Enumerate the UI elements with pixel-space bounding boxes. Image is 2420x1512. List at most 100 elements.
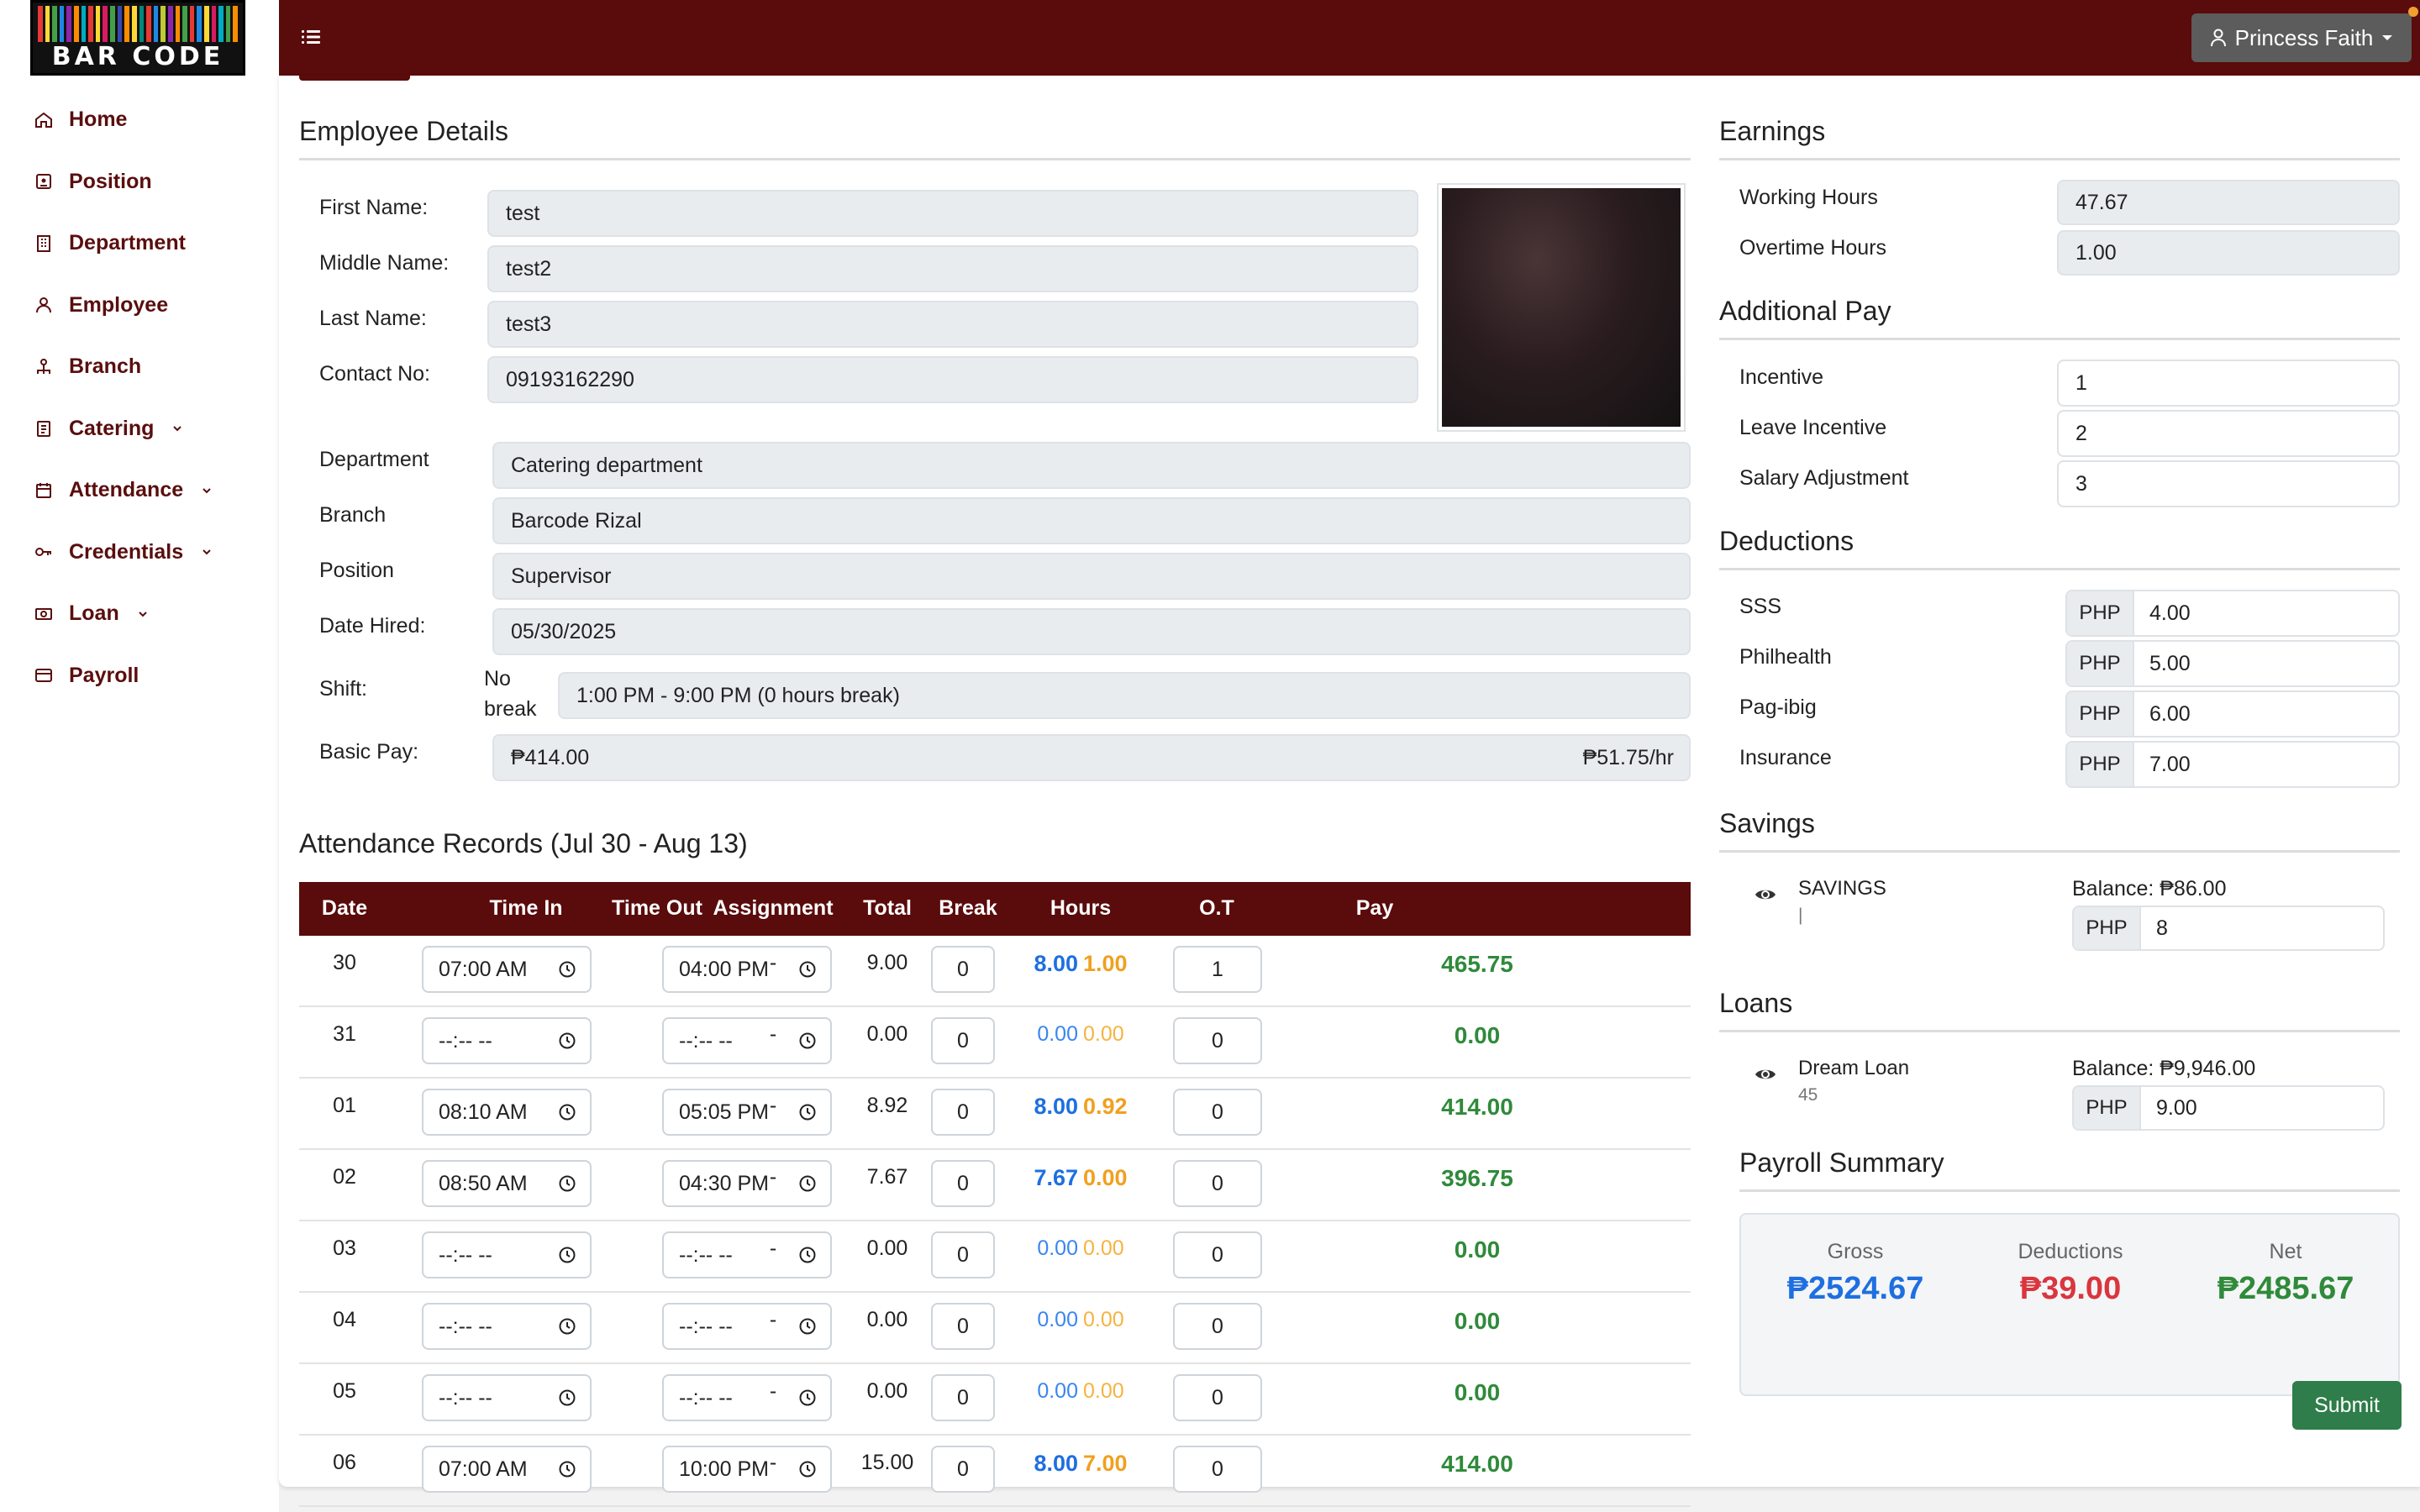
insurance-input[interactable]: 7.00 bbox=[2134, 743, 2398, 786]
sidebar-item-label: Position bbox=[69, 169, 152, 193]
sidebar-item-catering[interactable]: Catering bbox=[0, 398, 279, 460]
clock-icon[interactable] bbox=[798, 960, 817, 979]
sidebar-item-payroll[interactable]: Payroll bbox=[0, 645, 279, 707]
break-input[interactable]: 0 bbox=[931, 1446, 995, 1493]
salary-adjustment-input[interactable]: 3 bbox=[2057, 460, 2400, 507]
break-input[interactable]: 0 bbox=[931, 1089, 995, 1136]
ot-input[interactable]: 0 bbox=[1173, 1303, 1262, 1350]
ot-input[interactable]: 0 bbox=[1173, 1017, 1262, 1064]
ot-input[interactable]: 1 bbox=[1173, 946, 1262, 993]
philhealth-input-group[interactable]: PHP 5.00 bbox=[2065, 640, 2400, 687]
philhealth-input[interactable]: 5.00 bbox=[2134, 642, 2398, 685]
time-out-input[interactable]: 05:05 PM bbox=[662, 1089, 832, 1136]
pagibig-input[interactable]: 6.00 bbox=[2134, 692, 2398, 736]
working-hours-field[interactable]: 47.67 bbox=[2057, 180, 2400, 225]
eye-icon[interactable] bbox=[1754, 1063, 1776, 1085]
basic-pay-field[interactable]: ₱414.00 ₱51.75/hr bbox=[492, 734, 1691, 781]
sss-input[interactable]: 4.00 bbox=[2134, 591, 2398, 635]
break-input[interactable]: 0 bbox=[931, 1231, 995, 1278]
sidebar-item-position[interactable]: Position bbox=[0, 151, 279, 213]
clock-icon[interactable] bbox=[558, 1389, 576, 1407]
time-in-input[interactable]: --:-- -- bbox=[422, 1303, 592, 1350]
sidebar-item-home[interactable]: Home bbox=[0, 89, 279, 151]
sidebar-item-attendance[interactable]: Attendance bbox=[0, 459, 279, 522]
barcode-logo[interactable]: BAR CODE bbox=[30, 0, 245, 76]
break-input[interactable]: 0 bbox=[931, 1303, 995, 1350]
clock-icon[interactable] bbox=[558, 1174, 576, 1193]
savings-input-group[interactable]: PHP 8 bbox=[2072, 906, 2385, 951]
date-hired-field[interactable]: 05/30/2025 bbox=[492, 608, 1691, 655]
clock-icon[interactable] bbox=[798, 1174, 817, 1193]
shift-field[interactable]: 1:00 PM - 9:00 PM (0 hours break) bbox=[558, 672, 1691, 719]
contact-field[interactable]: 09193162290 bbox=[487, 356, 1418, 403]
loan-input-group[interactable]: PHP 9.00 bbox=[2072, 1085, 2385, 1131]
break-input[interactable]: 0 bbox=[931, 1017, 995, 1064]
user-icon bbox=[2210, 29, 2226, 47]
column-header: Break bbox=[939, 896, 997, 920]
branch-field[interactable]: Barcode Rizal bbox=[492, 497, 1691, 544]
menu-toggle-icon[interactable] bbox=[299, 25, 323, 49]
date-cell: 30 bbox=[333, 951, 356, 974]
first-name-field[interactable]: test bbox=[487, 190, 1418, 237]
time-out-input[interactable]: --:-- -- bbox=[662, 1231, 832, 1278]
clock-icon[interactable] bbox=[558, 1317, 576, 1336]
time-out-input[interactable]: 10:00 PM bbox=[662, 1446, 832, 1493]
date-hired-label: Date Hired: bbox=[319, 614, 426, 638]
ot-input[interactable]: 0 bbox=[1173, 1446, 1262, 1493]
time-in-input[interactable]: 08:10 AM bbox=[422, 1089, 592, 1136]
clock-icon[interactable] bbox=[558, 1460, 576, 1478]
overtime-hours-field[interactable]: 1.00 bbox=[2057, 230, 2400, 276]
sss-input-group[interactable]: PHP 4.00 bbox=[2065, 590, 2400, 637]
eye-icon[interactable] bbox=[1754, 884, 1776, 906]
break-input[interactable]: 0 bbox=[931, 946, 995, 993]
leave-incentive-input[interactable]: 2 bbox=[2057, 410, 2400, 457]
clock-icon[interactable] bbox=[558, 1246, 576, 1264]
time-out-input[interactable]: 04:30 PM bbox=[662, 1160, 832, 1207]
time-in-input[interactable]: --:-- -- bbox=[422, 1231, 592, 1278]
incentive-input[interactable]: 1 bbox=[2057, 360, 2400, 407]
insurance-input-group[interactable]: PHP 7.00 bbox=[2065, 741, 2400, 788]
clock-icon[interactable] bbox=[558, 1103, 576, 1121]
middle-name-field[interactable]: test2 bbox=[487, 245, 1418, 292]
break-input[interactable]: 0 bbox=[931, 1374, 995, 1421]
submit-button[interactable]: Submit bbox=[2292, 1381, 2402, 1430]
clock-icon[interactable] bbox=[798, 1032, 817, 1050]
clock-icon[interactable] bbox=[798, 1103, 817, 1121]
clock-icon[interactable] bbox=[558, 960, 576, 979]
loan-payment-input[interactable]: 9.00 bbox=[2141, 1087, 2383, 1129]
working-hours-label: Working Hours bbox=[1739, 186, 1878, 209]
user-menu-button[interactable]: Princess Faith bbox=[2191, 13, 2412, 62]
time-out-input[interactable]: --:-- -- bbox=[662, 1374, 832, 1421]
date-cell: 04 bbox=[333, 1308, 356, 1331]
clock-icon[interactable] bbox=[558, 1032, 576, 1050]
ot-input[interactable]: 0 bbox=[1173, 1231, 1262, 1278]
time-in-input[interactable]: --:-- -- bbox=[422, 1374, 592, 1421]
last-name-field[interactable]: test3 bbox=[487, 301, 1418, 348]
time-in-input[interactable]: 07:00 AM bbox=[422, 946, 592, 993]
pagibig-input-group[interactable]: PHP 6.00 bbox=[2065, 690, 2400, 738]
time-in-input[interactable]: 07:00 AM bbox=[422, 1446, 592, 1493]
sidebar-item-department[interactable]: Department bbox=[0, 213, 279, 275]
department-field[interactable]: Catering department bbox=[492, 442, 1691, 489]
ot-input[interactable]: 0 bbox=[1173, 1089, 1262, 1136]
time-out-input[interactable]: 04:00 PM bbox=[662, 946, 832, 993]
hours-cell: 0.00 0.00 bbox=[1037, 1379, 1123, 1404]
clock-icon[interactable] bbox=[798, 1460, 817, 1478]
sidebar-item-branch[interactable]: Branch bbox=[0, 336, 279, 398]
assignment-cell: - bbox=[769, 1022, 777, 1046]
time-in-input[interactable]: 08:50 AM bbox=[422, 1160, 592, 1207]
sidebar-item-employee[interactable]: Employee bbox=[0, 275, 279, 337]
time-out-input[interactable]: --:-- -- bbox=[662, 1303, 832, 1350]
break-input[interactable]: 0 bbox=[931, 1160, 995, 1207]
ot-input[interactable]: 0 bbox=[1173, 1160, 1262, 1207]
time-in-input[interactable]: --:-- -- bbox=[422, 1017, 592, 1064]
ot-input[interactable]: 0 bbox=[1173, 1374, 1262, 1421]
sidebar-item-credentials[interactable]: Credentials bbox=[0, 522, 279, 584]
savings-input[interactable]: 8 bbox=[2141, 907, 2383, 949]
clock-icon[interactable] bbox=[798, 1317, 817, 1336]
time-out-input[interactable]: --:-- -- bbox=[662, 1017, 832, 1064]
position-field[interactable]: Supervisor bbox=[492, 553, 1691, 600]
sidebar-item-loan[interactable]: Loan bbox=[0, 583, 279, 645]
clock-icon[interactable] bbox=[798, 1246, 817, 1264]
clock-icon[interactable] bbox=[798, 1389, 817, 1407]
